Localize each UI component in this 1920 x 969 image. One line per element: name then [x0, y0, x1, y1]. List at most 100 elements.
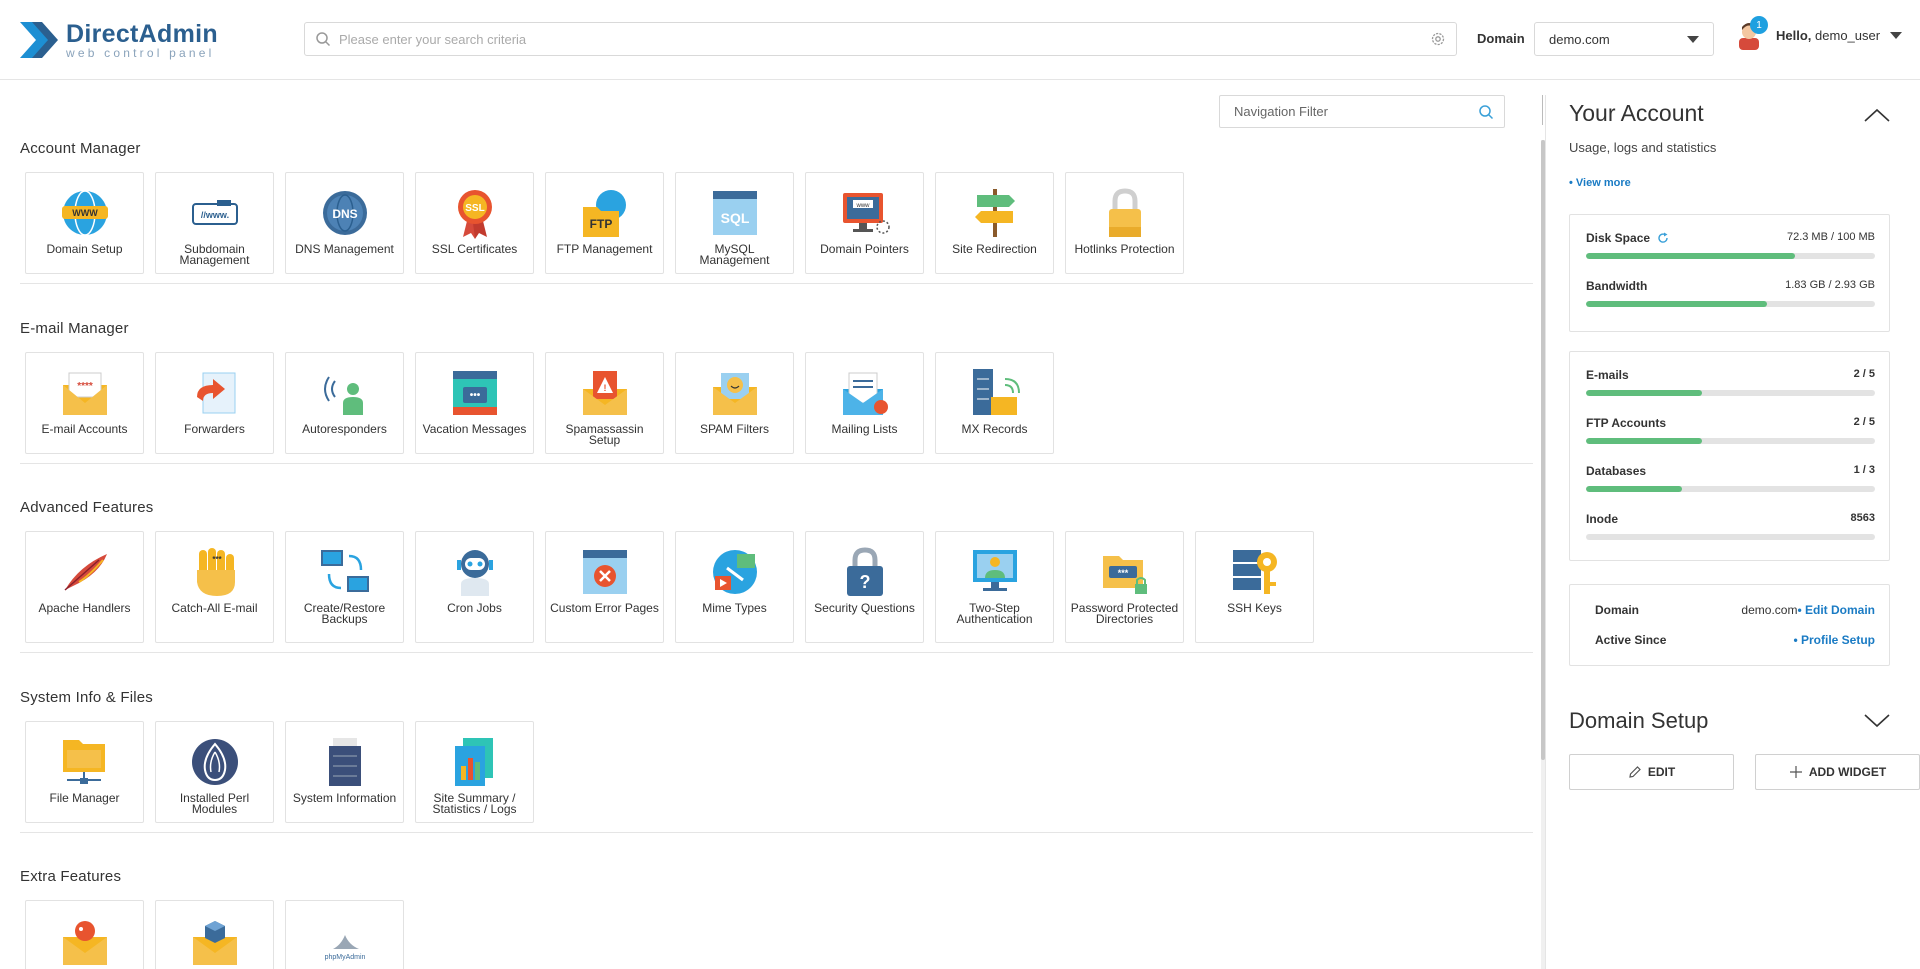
svg-text:www: www	[855, 203, 870, 209]
password-folder-icon: ***	[1102, 556, 1147, 594]
tile-installed-perl-modules[interactable]: Installed Perl Modules	[155, 721, 274, 823]
ftp-folder-icon: FTP	[582, 190, 626, 237]
tile-label: SPAM Filters	[699, 422, 770, 436]
tile-extra-roundcube[interactable]	[155, 900, 274, 969]
tile-ssl-certificates[interactable]: SSL SSL Certificates	[415, 172, 534, 274]
edit-domain-link[interactable]: • Edit Domain	[1797, 603, 1875, 617]
section-title: E-mail Manager	[20, 320, 129, 337]
gear-icon[interactable]	[1430, 31, 1446, 47]
tile-autoresponders[interactable]: Autoresponders	[285, 352, 404, 454]
perl-onion-icon	[191, 739, 238, 785]
tile-site-redirection[interactable]: Site Redirection	[935, 172, 1054, 274]
usage-card-disk-bandwidth: Disk Space 72.3 MB / 100 MB Bandwidth 1.…	[1569, 214, 1890, 332]
tile-forwarders[interactable]: Forwarders	[155, 352, 274, 454]
tile-spam-filters[interactable]: SPAM Filters	[675, 352, 794, 454]
chevron-up-icon[interactable]	[1864, 108, 1890, 122]
tile-mailing-lists[interactable]: Mailing Lists	[805, 352, 924, 454]
tile-email-accounts[interactable]: **** E-mail Accounts	[25, 352, 144, 454]
tile-two-step-authentication[interactable]: Two-Step Authentication	[935, 531, 1054, 643]
cube-envelope-icon	[192, 921, 237, 965]
ssl-badge-icon: SSL	[457, 190, 492, 239]
tile-dns-management[interactable]: DNS DNS Management	[285, 172, 404, 274]
spam-warning-envelope-icon: !	[582, 371, 627, 415]
tile-domain-pointers[interactable]: www Domain Pointers	[805, 172, 924, 274]
section-divider	[20, 652, 1533, 653]
edit-button[interactable]: EDIT	[1569, 754, 1734, 790]
search-input[interactable]	[339, 31, 1430, 47]
stat-label: Inode	[1586, 512, 1618, 526]
stat-value: 1 / 3	[1853, 464, 1875, 476]
domain-info-label: Domain	[1595, 603, 1640, 617]
tile-vacation-messages[interactable]: ••• Vacation Messages	[415, 352, 534, 454]
server-info-icon	[328, 738, 361, 786]
stat-bandwidth: Bandwidth 1.83 GB / 2.93 GB	[1586, 279, 1875, 307]
notification-badge[interactable]: 1	[1750, 16, 1768, 34]
svg-text:****: ****	[77, 381, 93, 392]
domain-setup-widget-title: Domain Setup	[1569, 708, 1709, 733]
server-key-icon	[1232, 550, 1277, 594]
tile-label: SSH Keys	[1227, 601, 1282, 615]
feather-icon	[64, 554, 107, 591]
tile-label: File Manager	[49, 791, 120, 805]
tile-label: DNS Management	[295, 242, 394, 256]
refresh-icon[interactable]	[1657, 232, 1669, 244]
tile-custom-error-pages[interactable]: Custom Error Pages	[545, 531, 664, 643]
search-icon[interactable]	[1478, 104, 1494, 120]
avatar[interactable]: 1	[1736, 16, 1768, 50]
progress-bar	[1586, 534, 1875, 540]
tile-mx-records[interactable]: MX Records	[935, 352, 1054, 454]
tile-file-manager[interactable]: File Manager	[25, 721, 144, 823]
tile-catch-all-email[interactable]: *** Catch-All E-mail	[155, 531, 274, 643]
tile-mysql-management[interactable]: SQL MySQL Management	[675, 172, 794, 274]
domain-info-value: demo.com	[1741, 603, 1798, 617]
tile-label: MySQL Management	[699, 242, 770, 267]
question-lock-icon: ?	[846, 547, 883, 596]
tile-ftp-management[interactable]: FTP FTP Management	[545, 172, 664, 274]
tile-label: Spamassassin Setup	[565, 422, 644, 447]
tile-system-information[interactable]: System Information	[285, 721, 404, 823]
add-widget-button[interactable]: ADD WIDGET	[1755, 754, 1920, 790]
add-widget-button-label: ADD WIDGET	[1808, 765, 1887, 779]
tile-security-questions[interactable]: ? Security Questions	[805, 531, 924, 643]
svg-text:?: ?	[859, 572, 870, 592]
tile-mime-types[interactable]: Mime Types	[675, 531, 794, 643]
tile-label: Password Protected Directories	[1070, 601, 1179, 626]
chevron-down-icon[interactable]	[1864, 714, 1890, 728]
svg-text:!: !	[603, 383, 606, 393]
tile-ssh-keys[interactable]: SSH Keys	[1195, 531, 1314, 643]
tile-spamassassin-setup[interactable]: ! Spamassassin Setup	[545, 352, 664, 454]
tile-label: SSL Certificates	[431, 242, 518, 256]
logo[interactable]: DirectAdmin web control panel	[18, 18, 218, 62]
tile-label: Hotlinks Protection	[1074, 242, 1175, 256]
tile-label: Security Questions	[814, 601, 915, 615]
tile-domain-setup[interactable]: WWW Domain Setup	[25, 172, 144, 274]
tile-extra-phpmyadmin[interactable]: phpMyAdmin	[285, 900, 404, 969]
tile-create-restore-backups[interactable]: Create/Restore Backups	[285, 531, 404, 643]
section-divider	[20, 463, 1533, 464]
tile-hotlinks-protection[interactable]: Hotlinks Protection	[1065, 172, 1184, 274]
user-menu[interactable]: 1 Hello, demo_user	[1736, 16, 1903, 50]
tile-site-summary[interactable]: Site Summary / Statistics / Logs	[415, 721, 534, 823]
two-step-monitor-icon	[972, 550, 1017, 591]
chevron-down-icon	[1687, 35, 1699, 43]
tile-subdomain-management[interactable]: //www. Subdomain Management	[155, 172, 274, 274]
chevron-down-icon[interactable]	[1890, 31, 1903, 39]
tile-apache-handlers[interactable]: Apache Handlers	[25, 531, 144, 643]
tile-password-protected-directories[interactable]: *** Password Protected Directories	[1065, 531, 1184, 643]
progress-bar	[1586, 486, 1875, 492]
view-more-link[interactable]: • View more	[1569, 177, 1631, 189]
account-panel: Your Account Usage, logs and statistics …	[1546, 80, 1920, 969]
error-window-icon	[582, 550, 627, 594]
folder-network-icon	[62, 740, 105, 784]
tile-extra-squirrelmail[interactable]	[25, 900, 144, 969]
domain-select[interactable]: demo.com	[1534, 22, 1714, 56]
tile-cron-jobs[interactable]: Cron Jobs	[415, 531, 534, 643]
squirrel-envelope-icon	[62, 921, 107, 965]
svg-text:•••: •••	[469, 390, 480, 401]
profile-setup-link[interactable]: • Profile Setup	[1793, 633, 1875, 647]
panel-resize-handle[interactable]	[1542, 95, 1543, 125]
search-icon	[316, 32, 331, 47]
navigation-filter-input[interactable]	[1234, 104, 1478, 119]
svg-text://www.: //www.	[200, 210, 228, 220]
tile-label: Custom Error Pages	[550, 601, 659, 615]
